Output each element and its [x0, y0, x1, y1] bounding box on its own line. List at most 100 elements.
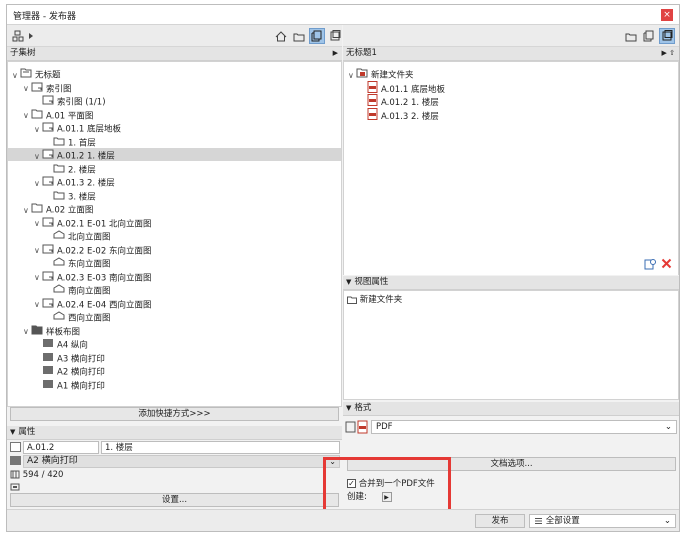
collapse-icon: ▼: [346, 278, 352, 286]
publish-button[interactable]: 发布: [475, 514, 525, 528]
tree-item-label: A.01.3 2. 楼层: [57, 178, 115, 189]
right-actions-bar: [343, 253, 679, 275]
tree-item[interactable]: ∨ 样板布图: [8, 324, 341, 337]
layout-icon: [10, 442, 21, 452]
tree-item[interactable]: 北向立面图: [8, 229, 341, 243]
format-select[interactable]: PDF ⌄: [371, 420, 677, 434]
tree-item-label: A2 横向打印: [57, 367, 105, 378]
house-icon: [275, 30, 287, 41]
properties-header[interactable]: ▼ 属性: [7, 426, 342, 440]
delete-icon[interactable]: [661, 258, 672, 269]
publisher-sets-button[interactable]: [327, 28, 343, 44]
document-options-button[interactable]: 文档选项...: [347, 457, 676, 471]
layout-book-button[interactable]: [309, 28, 325, 44]
tree-item-label: 无标题: [35, 70, 61, 81]
properties-title: 属性: [18, 427, 36, 437]
tree-item-label: 西向立面图: [68, 313, 111, 324]
layout-book-icon: [311, 30, 322, 42]
footer-bar: 发布 全部设置 ⌄: [7, 509, 679, 531]
publisher-icon: [662, 30, 673, 41]
master-layout-icon: [10, 456, 21, 465]
tree-item[interactable]: ∨ A.02.3 E-03 南向立面图: [8, 270, 341, 283]
add-shortcut-button[interactable]: 添加快捷方式>>>: [10, 407, 339, 421]
merge-pdf-row: ✓ 合并到一个PDF文件: [347, 477, 435, 489]
tree-item[interactable]: ∨ A.02.1 E-01 北向立面图: [8, 216, 341, 229]
size-icon: [10, 470, 20, 479]
tree-item-label: A.02.3 E-03 南向立面图: [57, 273, 152, 283]
tree-item[interactable]: 1. 首层: [8, 135, 341, 148]
tree-item[interactable]: ∨ 新建文件夹: [344, 67, 678, 81]
tree-item[interactable]: A3 横向打印: [8, 351, 341, 364]
tree-item-label: 东向立面图: [68, 259, 111, 270]
tree-item[interactable]: ∨ A.01.2 1. 楼层: [8, 148, 341, 162]
format-select-value: PDF: [376, 422, 393, 432]
tree-item[interactable]: ∨ 索引图: [8, 81, 341, 94]
tree-item[interactable]: 3. 楼层: [8, 189, 341, 202]
view-properties-header[interactable]: ▼ 视图属性: [343, 276, 679, 290]
tree-item[interactable]: ∨ A.01.3 2. 楼层: [8, 175, 341, 189]
tree-item[interactable]: ∨ 无标题: [8, 67, 341, 81]
tree-item[interactable]: ∨ A.01.1 底层地板: [8, 121, 341, 135]
tree-item-label: A.01 平面图: [46, 111, 94, 121]
folder-icon: [347, 296, 357, 304]
tree-item-label: 北向立面图: [68, 232, 111, 243]
settings-button[interactable]: 设置...: [10, 493, 339, 507]
layout-name-field[interactable]: 1. 楼层: [101, 441, 340, 454]
chevron-down-icon: ⌄: [329, 457, 336, 466]
layout-id-field[interactable]: A.01.2: [23, 441, 99, 454]
collapse-icon: ▼: [346, 404, 352, 412]
source-menu-button[interactable]: [11, 28, 37, 44]
tree-item[interactable]: 东向立面图: [8, 256, 341, 270]
tree-item-label: A.02.4 E-04 西向立面图: [57, 300, 152, 310]
tree-item-label: 3. 楼层: [68, 192, 96, 202]
tree-item[interactable]: ∨ A.02 立面图: [8, 202, 341, 216]
tree-item-label: 索引图: [46, 84, 72, 94]
left-panel-header: 子集树 ▶: [7, 47, 342, 61]
format-header[interactable]: ▼ 格式: [343, 402, 679, 416]
master-layout-select[interactable]: A2 横向打印 ⌄: [23, 455, 340, 468]
right-layout-book-button[interactable]: [641, 28, 657, 44]
create-arrow-button[interactable]: ▶: [381, 491, 392, 502]
tree-item-label: A.01.3 2. 楼层: [381, 111, 439, 122]
tree-item[interactable]: ∨ A.02.4 E-04 西向立面图: [8, 297, 341, 310]
tree-item[interactable]: 南向立面图: [8, 283, 341, 297]
chevron-down-icon: ⌄: [664, 422, 672, 432]
merge-pdf-checkbox[interactable]: ✓: [347, 479, 356, 488]
collapse-icon: ▼: [10, 428, 16, 436]
tree-item-label: 样板布图: [46, 327, 81, 337]
tree-item[interactable]: A1 横向打印: [8, 378, 341, 391]
new-folder-icon[interactable]: [644, 258, 656, 270]
tree-item[interactable]: ∨ A.01 平面图: [8, 108, 341, 121]
project-map-button[interactable]: [273, 28, 289, 44]
tree-item[interactable]: 索引图 (1/1): [8, 94, 341, 108]
publish-settings-select[interactable]: 全部设置 ⌄: [529, 514, 676, 528]
tree-item-label: 新建文件夹: [371, 70, 414, 81]
tree-item[interactable]: A.01.1 底层地板: [344, 80, 678, 95]
publish-settings-value: 全部设置: [545, 516, 580, 526]
panel-arrow-icon[interactable]: ▶: [333, 47, 338, 60]
tree-item[interactable]: 西向立面图: [8, 310, 341, 324]
tree-item[interactable]: A.01.3 2. 楼层: [344, 107, 678, 122]
format-row: [345, 420, 369, 437]
tree-item-label: A.02.1 E-01 北向立面图: [57, 219, 152, 229]
tree-item-label: A.01.2 1. 楼层: [57, 151, 115, 162]
tree-item-label: 索引图 (1/1): [57, 97, 106, 108]
left-toolbar: [7, 25, 342, 47]
pdf-format-icon: [345, 420, 368, 434]
tree-item[interactable]: A2 横向打印: [8, 364, 341, 378]
tree-item[interactable]: A4 纵向: [8, 337, 341, 351]
close-button[interactable]: ×: [661, 9, 673, 21]
tree-item[interactable]: A.01.2 1. 楼层: [344, 94, 678, 108]
tree-item-label: A3 横向打印: [57, 354, 105, 364]
tree-item[interactable]: ∨ A.02.2 E-02 东向立面图: [8, 243, 341, 256]
panel-menu-icon[interactable]: ▶ ⇧: [662, 47, 675, 60]
tree-item[interactable]: 2. 楼层: [8, 162, 341, 175]
publisher-icon: [330, 30, 341, 41]
tree-item-label: A.02.2 E-02 东向立面图: [57, 246, 152, 256]
right-publisher-sets-button[interactable]: [659, 28, 675, 44]
view-map-button[interactable]: [291, 28, 307, 44]
tree-item-label: 南向立面图: [68, 286, 111, 297]
views-icon: [293, 33, 305, 41]
right-view-map-button[interactable]: [623, 28, 639, 44]
layout-book-icon: [643, 30, 654, 42]
